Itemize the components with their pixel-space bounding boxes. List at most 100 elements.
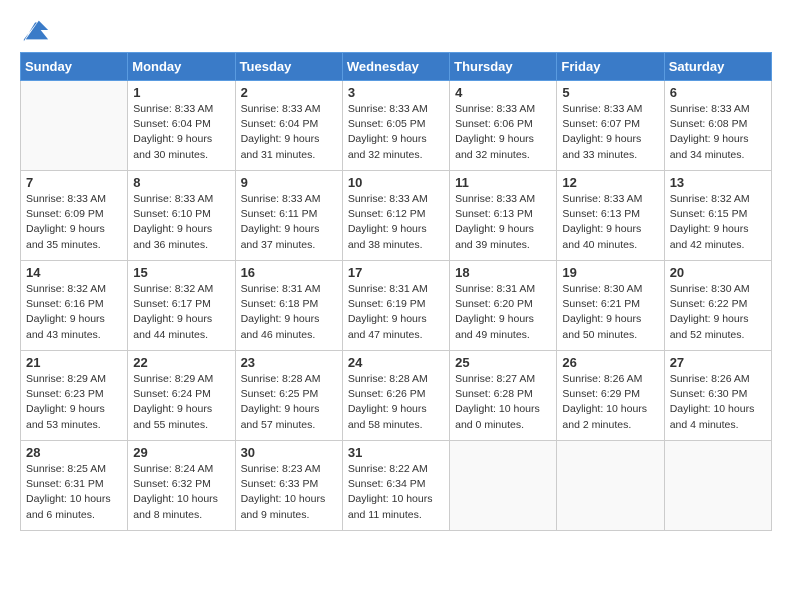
day-info: Sunrise: 8:32 AMSunset: 6:16 PMDaylight:…: [26, 282, 122, 343]
calendar-cell: 31 Sunrise: 8:22 AMSunset: 6:34 PMDayligh…: [342, 441, 449, 531]
day-info: Sunrise: 8:32 AMSunset: 6:15 PMDaylight:…: [670, 192, 766, 253]
day-info: Sunrise: 8:26 AMSunset: 6:29 PMDaylight:…: [562, 372, 658, 433]
calendar-cell: 28 Sunrise: 8:25 AMSunset: 6:31 PMDayligh…: [21, 441, 128, 531]
day-number: 20: [670, 265, 766, 280]
day-number: 14: [26, 265, 122, 280]
day-info: Sunrise: 8:33 AMSunset: 6:11 PMDaylight:…: [241, 192, 337, 253]
calendar-cell: 20 Sunrise: 8:30 AMSunset: 6:22 PMDayligh…: [664, 261, 771, 351]
day-info: Sunrise: 8:30 AMSunset: 6:22 PMDaylight:…: [670, 282, 766, 343]
calendar-cell: [557, 441, 664, 531]
day-info: Sunrise: 8:33 AMSunset: 6:04 PMDaylight:…: [133, 102, 229, 163]
logo-icon: [22, 16, 50, 44]
day-number: 27: [670, 355, 766, 370]
day-number: 13: [670, 175, 766, 190]
weekday-header-wednesday: Wednesday: [342, 53, 449, 81]
day-number: 21: [26, 355, 122, 370]
calendar-week-3: 14 Sunrise: 8:32 AMSunset: 6:16 PMDayligh…: [21, 261, 772, 351]
day-number: 8: [133, 175, 229, 190]
day-number: 9: [241, 175, 337, 190]
calendar-cell: 5 Sunrise: 8:33 AMSunset: 6:07 PMDaylight…: [557, 81, 664, 171]
calendar-cell: 23Sunrise: 8:28 AMSunset: 6:25 PMDayligh…: [235, 351, 342, 441]
calendar-cell: 11Sunrise: 8:33 AMSunset: 6:13 PMDayligh…: [450, 171, 557, 261]
weekday-header-tuesday: Tuesday: [235, 53, 342, 81]
day-info: Sunrise: 8:28 AMSunset: 6:25 PMDaylight:…: [241, 372, 337, 433]
day-info: Sunrise: 8:33 AMSunset: 6:10 PMDaylight:…: [133, 192, 229, 253]
calendar-cell: 18 Sunrise: 8:31 AMSunset: 6:20 PMDayligh…: [450, 261, 557, 351]
day-info: Sunrise: 8:24 AMSunset: 6:32 PMDaylight:…: [133, 462, 229, 523]
day-info: Sunrise: 8:29 AMSunset: 6:24 PMDaylight:…: [133, 372, 229, 433]
day-info: Sunrise: 8:33 AMSunset: 6:06 PMDaylight:…: [455, 102, 551, 163]
day-number: 29: [133, 445, 229, 460]
day-number: 6: [670, 85, 766, 100]
calendar-cell: 4 Sunrise: 8:33 AMSunset: 6:06 PMDaylight…: [450, 81, 557, 171]
day-number: 31: [348, 445, 444, 460]
calendar-cell: 27 Sunrise: 8:26 AMSunset: 6:30 PMDayligh…: [664, 351, 771, 441]
calendar-table: SundayMondayTuesdayWednesdayThursdayFrid…: [20, 52, 772, 531]
calendar-cell: 19Sunrise: 8:30 AMSunset: 6:21 PMDayligh…: [557, 261, 664, 351]
calendar-cell: 12 Sunrise: 8:33 AMSunset: 6:13 PMDayligh…: [557, 171, 664, 261]
day-number: 25: [455, 355, 551, 370]
weekday-header-saturday: Saturday: [664, 53, 771, 81]
day-info: Sunrise: 8:25 AMSunset: 6:31 PMDaylight:…: [26, 462, 122, 523]
day-number: 3: [348, 85, 444, 100]
day-info: Sunrise: 8:33 AMSunset: 6:07 PMDaylight:…: [562, 102, 658, 163]
calendar-cell: 3Sunrise: 8:33 AMSunset: 6:05 PMDaylight…: [342, 81, 449, 171]
day-number: 2: [241, 85, 337, 100]
day-info: Sunrise: 8:33 AMSunset: 6:08 PMDaylight:…: [670, 102, 766, 163]
day-info: Sunrise: 8:31 AMSunset: 6:20 PMDaylight:…: [455, 282, 551, 343]
weekday-header-monday: Monday: [128, 53, 235, 81]
day-number: 16: [241, 265, 337, 280]
day-number: 4: [455, 85, 551, 100]
day-number: 12: [562, 175, 658, 190]
day-info: Sunrise: 8:29 AMSunset: 6:23 PMDaylight:…: [26, 372, 122, 433]
day-number: 26: [562, 355, 658, 370]
day-info: Sunrise: 8:23 AMSunset: 6:33 PMDaylight:…: [241, 462, 337, 523]
calendar-cell: 24 Sunrise: 8:28 AMSunset: 6:26 PMDayligh…: [342, 351, 449, 441]
weekday-header-thursday: Thursday: [450, 53, 557, 81]
calendar-week-4: 21 Sunrise: 8:29 AMSunset: 6:23 PMDayligh…: [21, 351, 772, 441]
calendar-cell: 14 Sunrise: 8:32 AMSunset: 6:16 PMDayligh…: [21, 261, 128, 351]
calendar-cell: 22Sunrise: 8:29 AMSunset: 6:24 PMDayligh…: [128, 351, 235, 441]
weekday-header-row: SundayMondayTuesdayWednesdayThursdayFrid…: [21, 53, 772, 81]
calendar-cell: 26 Sunrise: 8:26 AMSunset: 6:29 PMDayligh…: [557, 351, 664, 441]
calendar-cell: 21 Sunrise: 8:29 AMSunset: 6:23 PMDayligh…: [21, 351, 128, 441]
weekday-header-sunday: Sunday: [21, 53, 128, 81]
day-number: 10: [348, 175, 444, 190]
page-header: [20, 16, 772, 44]
calendar-cell: [450, 441, 557, 531]
weekday-header-friday: Friday: [557, 53, 664, 81]
day-info: Sunrise: 8:27 AMSunset: 6:28 PMDaylight:…: [455, 372, 551, 433]
day-info: Sunrise: 8:33 AMSunset: 6:09 PMDaylight:…: [26, 192, 122, 253]
calendar-cell: 10 Sunrise: 8:33 AMSunset: 6:12 PMDayligh…: [342, 171, 449, 261]
calendar-cell: 9 Sunrise: 8:33 AMSunset: 6:11 PMDaylight…: [235, 171, 342, 261]
day-number: 5: [562, 85, 658, 100]
calendar-cell: 16 Sunrise: 8:31 AMSunset: 6:18 PMDayligh…: [235, 261, 342, 351]
day-info: Sunrise: 8:22 AMSunset: 6:34 PMDaylight:…: [348, 462, 444, 523]
day-info: Sunrise: 8:26 AMSunset: 6:30 PMDaylight:…: [670, 372, 766, 433]
calendar-cell: [664, 441, 771, 531]
day-number: 17: [348, 265, 444, 280]
day-info: Sunrise: 8:32 AMSunset: 6:17 PMDaylight:…: [133, 282, 229, 343]
day-number: 18: [455, 265, 551, 280]
day-info: Sunrise: 8:31 AMSunset: 6:18 PMDaylight:…: [241, 282, 337, 343]
day-number: 1: [133, 85, 229, 100]
day-number: 11: [455, 175, 551, 190]
day-info: Sunrise: 8:31 AMSunset: 6:19 PMDaylight:…: [348, 282, 444, 343]
day-number: 28: [26, 445, 122, 460]
day-info: Sunrise: 8:33 AMSunset: 6:13 PMDaylight:…: [562, 192, 658, 253]
day-number: 24: [348, 355, 444, 370]
calendar-cell: 25 Sunrise: 8:27 AMSunset: 6:28 PMDayligh…: [450, 351, 557, 441]
calendar-week-1: 1 Sunrise: 8:33 AMSunset: 6:04 PMDaylight…: [21, 81, 772, 171]
calendar-cell: 1 Sunrise: 8:33 AMSunset: 6:04 PMDaylight…: [128, 81, 235, 171]
calendar-cell: 7Sunrise: 8:33 AMSunset: 6:09 PMDaylight…: [21, 171, 128, 261]
day-info: Sunrise: 8:28 AMSunset: 6:26 PMDaylight:…: [348, 372, 444, 433]
day-info: Sunrise: 8:33 AMSunset: 6:12 PMDaylight:…: [348, 192, 444, 253]
calendar-cell: 29 Sunrise: 8:24 AMSunset: 6:32 PMDayligh…: [128, 441, 235, 531]
calendar-cell: 6 Sunrise: 8:33 AMSunset: 6:08 PMDaylight…: [664, 81, 771, 171]
calendar-cell: 8 Sunrise: 8:33 AMSunset: 6:10 PMDaylight…: [128, 171, 235, 261]
day-info: Sunrise: 8:30 AMSunset: 6:21 PMDaylight:…: [562, 282, 658, 343]
calendar-cell: 15Sunrise: 8:32 AMSunset: 6:17 PMDayligh…: [128, 261, 235, 351]
calendar-week-2: 7Sunrise: 8:33 AMSunset: 6:09 PMDaylight…: [21, 171, 772, 261]
calendar-week-5: 28 Sunrise: 8:25 AMSunset: 6:31 PMDayligh…: [21, 441, 772, 531]
calendar-cell: 17 Sunrise: 8:31 AMSunset: 6:19 PMDayligh…: [342, 261, 449, 351]
